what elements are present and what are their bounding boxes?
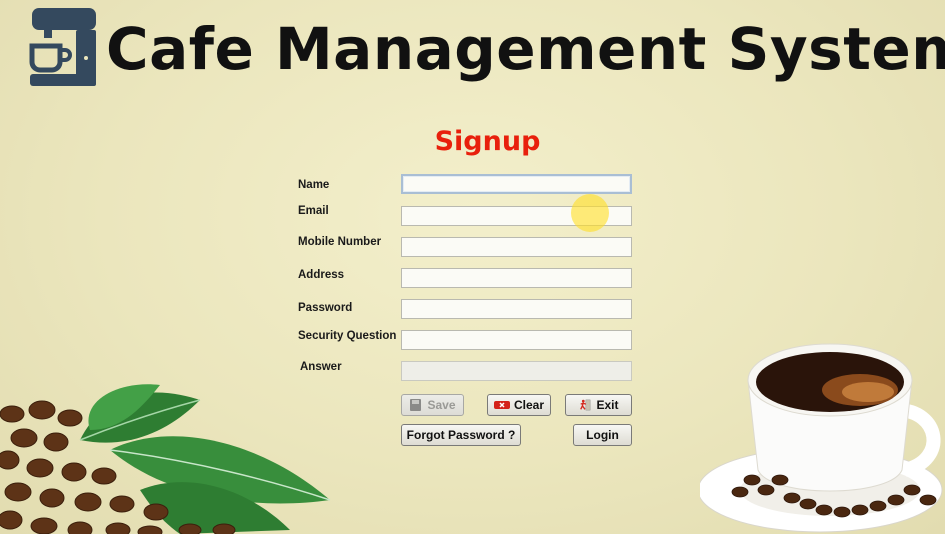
coffee-cup-image [700, 343, 943, 533]
name-label: Name [298, 179, 330, 191]
answer-field[interactable] [401, 361, 632, 381]
save-icon [410, 399, 422, 411]
clear-button[interactable]: Clear [487, 394, 551, 416]
clear-button-label: Clear [513, 398, 545, 412]
forgot-password-button[interactable]: Forgot Password ? [401, 424, 521, 446]
name-field[interactable] [401, 174, 632, 194]
save-button-label: Save [427, 398, 456, 412]
coffee-beans-image [0, 384, 331, 534]
save-button[interactable]: Save [401, 394, 464, 416]
cursor-highlight [571, 194, 609, 232]
exit-button-label: Exit [596, 398, 619, 412]
page-title: Signup [434, 126, 541, 157]
password-label: Password [298, 302, 353, 314]
coffee-machine-icon [29, 8, 96, 86]
exit-icon [580, 399, 591, 411]
login-button-label: Login [586, 428, 619, 442]
security-question-field[interactable] [401, 330, 632, 350]
forgot-password-label: Forgot Password ? [406, 428, 516, 442]
mobile-number-label: Mobile Number [298, 236, 382, 248]
password-field[interactable] [401, 299, 632, 319]
app-title: Cafe Management System [106, 15, 945, 83]
exit-button[interactable]: Exit [565, 394, 632, 416]
clear-icon [493, 401, 510, 409]
answer-label: Answer [300, 361, 342, 373]
login-button[interactable]: Login [573, 424, 632, 446]
address-field[interactable] [401, 268, 632, 288]
mobile-number-field[interactable] [401, 237, 632, 257]
address-label: Address [298, 269, 345, 281]
email-label: Email [298, 205, 329, 217]
security-question-label: Security Question [298, 330, 397, 342]
